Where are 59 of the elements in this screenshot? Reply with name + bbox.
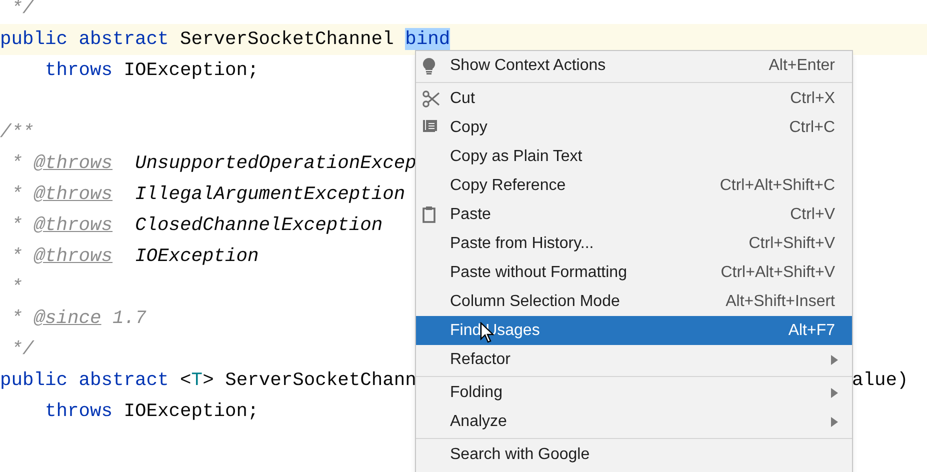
code-keyword: public abstract <box>0 369 170 391</box>
shortcut-label: Ctrl+V <box>790 204 835 224</box>
code-text: IOException; <box>122 59 259 81</box>
doc-type: ClosedChannelException <box>134 214 383 236</box>
code-text: alue) <box>852 368 908 393</box>
doc-tag: @since <box>34 307 102 329</box>
menu-item[interactable]: Cut Ctrl+X <box>416 84 852 113</box>
type-parameter: T <box>191 369 203 391</box>
code-text: < <box>180 369 192 391</box>
code-comment: * <box>10 276 23 298</box>
menu-item[interactable]: Copy Ctrl+C <box>416 113 852 142</box>
menu-item[interactable]: Copy as Plain Text <box>416 142 852 171</box>
doc-tag: @throws <box>34 214 113 236</box>
shortcut-label: Ctrl+X <box>790 88 835 108</box>
clipboard-icon <box>422 206 436 223</box>
scissors-icon <box>422 90 440 108</box>
shortcut-label: Ctrl+Alt+Shift+V <box>720 262 835 282</box>
menu-item[interactable]: Paste Ctrl+V <box>416 200 852 229</box>
doc-tag: @throws <box>34 245 113 267</box>
doc-type: UnsupportedOperationExcep <box>134 152 416 174</box>
code-comment: /** <box>0 121 34 143</box>
menu-item[interactable]: Copy Reference Ctrl+Alt+Shift+C <box>416 171 852 200</box>
submenu-arrow-icon <box>831 388 838 398</box>
shortcut-label: Ctrl+Shift+V <box>748 234 835 254</box>
doc-type: IllegalArgumentException <box>134 183 406 205</box>
shortcut-label: Alt+Shift+Insert <box>726 292 835 312</box>
code-text: ServerSocketChannel <box>180 28 395 50</box>
shortcut-label: Ctrl+Alt+Shift+C <box>720 176 835 196</box>
code-keyword: throws <box>44 59 113 81</box>
code-comment: */ <box>10 338 34 360</box>
menu-item[interactable]: Analyze <box>416 407 852 436</box>
menu-item[interactable]: Column Selection Mode Alt+Shift+Insert <box>416 287 852 316</box>
shortcut-label: Alt+Enter <box>768 56 835 76</box>
selected-code: bind <box>405 28 450 50</box>
code-comment: * <box>10 245 24 267</box>
submenu-arrow-icon <box>831 354 838 364</box>
menu-item[interactable]: Search with Google <box>416 440 852 469</box>
menu-item[interactable]: Folding <box>416 378 852 407</box>
code-text: > ServerSocketChann <box>202 369 416 391</box>
bulb-icon <box>422 57 436 75</box>
code-text: IOException; <box>122 400 259 422</box>
menu-item[interactable]: Paste from History... Ctrl+Shift+V <box>416 229 852 258</box>
doc-type: IOException <box>134 245 259 267</box>
doc-tag: @throws <box>34 183 113 205</box>
menu-item[interactable]: Refactor <box>416 345 852 374</box>
code-keyword: throws <box>44 400 113 422</box>
submenu-arrow-icon <box>831 416 838 426</box>
shortcut-label: Ctrl+C <box>789 118 835 138</box>
shortcut-label: Alt+F7 <box>788 320 835 340</box>
menu-item[interactable]: Show Context Actions Alt+Enter <box>416 51 852 80</box>
doc-tag: @throws <box>34 152 113 174</box>
code-keyword: public abstract <box>0 28 170 50</box>
code-comment: * <box>10 183 24 205</box>
copy-icon <box>422 119 438 135</box>
menu-item[interactable]: Paste without Formatting Ctrl+Alt+Shift+V <box>416 258 852 287</box>
code-comment: * <box>10 214 24 236</box>
code-comment: * <box>10 307 24 329</box>
code-comment: * <box>10 152 24 174</box>
code-comment: 1.7 <box>112 307 146 329</box>
